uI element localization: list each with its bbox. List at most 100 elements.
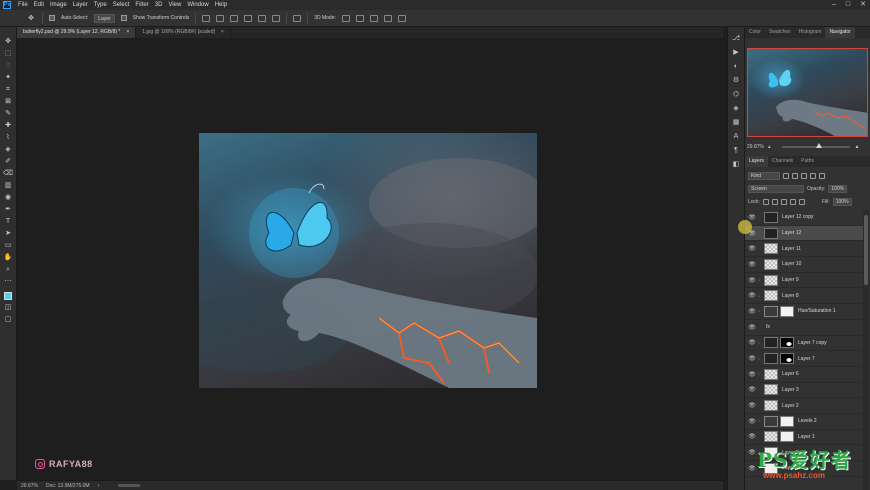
character-icon[interactable]: A xyxy=(732,133,740,141)
more-tools-icon[interactable]: ⋯ xyxy=(3,277,13,286)
blend-mode-dropdown[interactable]: Screen xyxy=(748,184,804,193)
zoom-slider-handle[interactable] xyxy=(816,143,823,148)
lasso-tool-icon[interactable]: ◌ xyxy=(3,61,13,70)
auto-select-dropdown[interactable]: Layer xyxy=(94,13,115,23)
properties-icon[interactable]: ⚙ xyxy=(732,77,740,85)
type-filter-icon[interactable] xyxy=(801,172,807,179)
status-arrow-icon[interactable]: › xyxy=(98,483,100,489)
align-top-icon[interactable] xyxy=(244,14,253,22)
menu-edit[interactable]: Edit xyxy=(31,0,47,10)
screen-mode-icon[interactable]: ▢ xyxy=(3,315,13,324)
rectangle-tool-icon[interactable]: ▭ xyxy=(3,241,13,250)
zoom-out-icon[interactable]: ▴ xyxy=(768,144,771,150)
tab-channels[interactable]: Channels xyxy=(768,156,797,167)
menu-image[interactable]: Image xyxy=(47,0,70,10)
layer-row[interactable]: 👁 Layer 1 xyxy=(745,430,863,446)
libraries-icon[interactable]: ◈ xyxy=(732,105,740,113)
menu-filter[interactable]: Filter xyxy=(132,0,151,10)
crop-tool-icon[interactable]: ⌗ xyxy=(3,85,13,94)
adjustment-filter-icon[interactable] xyxy=(792,172,798,179)
visibility-eye-icon[interactable]: 👁 xyxy=(748,402,756,409)
tab-swatches[interactable]: Swatches xyxy=(765,27,795,38)
layer-row[interactable]: 👁 Layer 2 xyxy=(745,398,863,414)
layer-thumbnail[interactable] xyxy=(764,337,778,349)
brush-tool-icon[interactable]: ⌇ xyxy=(3,133,13,142)
adjustments-icon[interactable]: ◐ xyxy=(732,63,740,71)
layer-name[interactable]: fx xyxy=(766,324,770,330)
visibility-eye-icon[interactable]: 👁 xyxy=(748,292,756,299)
layer-name[interactable]: Layer 2 xyxy=(782,403,799,409)
layer-name[interactable]: Layer 12 copy xyxy=(782,214,813,220)
tab-1-jpg[interactable]: 1.jpg @ 100% (RGB/8#) [scaled] × xyxy=(136,27,231,38)
history-icon[interactable]: ⎇ xyxy=(732,35,740,43)
tab-paths[interactable]: Paths xyxy=(797,156,818,167)
tab-navigator[interactable]: Navigator xyxy=(825,27,855,38)
layer-row[interactable]: 👁 ↓ Hue/Saturation 1 xyxy=(745,304,863,320)
layer-name[interactable]: Layer 3 xyxy=(782,387,799,393)
layer-thumbnail[interactable] xyxy=(764,400,778,412)
layers-scrollbar[interactable] xyxy=(863,210,869,490)
layer-thumbnail[interactable] xyxy=(764,415,778,427)
minimize-button[interactable]: – xyxy=(832,0,836,10)
layer-thumbnail[interactable] xyxy=(764,274,778,286)
layer-kind-filter[interactable]: Kind xyxy=(748,171,780,180)
actions-icon[interactable]: ▶ xyxy=(732,49,740,57)
navigator-zoom-value[interactable]: 29.87% xyxy=(747,144,764,150)
move-tool-icon[interactable]: ✥ xyxy=(26,14,36,23)
layer-row[interactable]: 👁 ↓ Layer 8 xyxy=(745,288,863,305)
zoom-slider[interactable] xyxy=(782,143,851,148)
menu-layer[interactable]: Layer xyxy=(70,0,91,10)
layer-row[interactable]: 👁 ↓ Layer 6 xyxy=(745,367,863,383)
layer-row[interactable]: 👁 Layer 12 copy xyxy=(745,210,863,226)
eraser-tool-icon[interactable]: ⌫ xyxy=(3,169,13,178)
layers-scroll-thumb[interactable] xyxy=(864,215,868,285)
layer-thumbnail[interactable] xyxy=(764,243,778,255)
3d-roll-icon[interactable] xyxy=(355,14,364,22)
layer-name[interactable]: Layer 12 xyxy=(782,230,801,236)
layer-name[interactable]: Hue/Saturation 1 xyxy=(798,308,836,314)
layer-name[interactable]: Layer 1 xyxy=(798,434,815,440)
3d-icon[interactable]: ⌬ xyxy=(732,91,740,99)
zoom-tool-icon[interactable]: ⌕ xyxy=(3,265,13,274)
history-brush-tool-icon[interactable]: ✐ xyxy=(3,157,13,166)
document-canvas[interactable] xyxy=(199,133,537,388)
visibility-eye-icon[interactable]: 👁 xyxy=(748,386,756,393)
menu-help[interactable]: Help xyxy=(212,0,230,10)
info-icon[interactable]: ▦ xyxy=(732,119,740,127)
blur-tool-icon[interactable]: ◉ xyxy=(3,193,13,202)
3d-scale-icon[interactable] xyxy=(397,14,406,22)
tab-color[interactable]: Color xyxy=(745,27,765,38)
3d-slide-icon[interactable] xyxy=(383,14,392,22)
layer-thumbnail[interactable] xyxy=(764,227,778,239)
layer-row[interactable]: 👁 fx xyxy=(745,320,863,336)
layer-mask-thumbnail[interactable] xyxy=(780,337,794,349)
layer-name[interactable]: Layer 7 copy xyxy=(798,340,827,346)
layer-thumbnail[interactable] xyxy=(764,353,778,365)
tab-histogram[interactable]: Histogram xyxy=(795,27,826,38)
layer-mask-thumbnail[interactable] xyxy=(780,431,794,443)
layer-row[interactable]: 👁 Layer 12 xyxy=(745,225,863,242)
clone-stamp-tool-icon[interactable]: ◈ xyxy=(3,145,13,154)
layer-row[interactable]: 👁 ↓ Layer 7 xyxy=(745,351,863,367)
lock-all-icon[interactable] xyxy=(798,198,805,205)
move-tool-icon[interactable]: ✥ xyxy=(3,37,13,46)
shape-filter-icon[interactable] xyxy=(810,172,816,179)
layer-row[interactable]: 👁 Layer 10 xyxy=(745,257,863,273)
layer-thumbnail[interactable] xyxy=(764,290,778,302)
3d-pan-icon[interactable] xyxy=(369,14,378,22)
layer-name[interactable]: Layer 7 xyxy=(798,356,815,362)
visibility-eye-icon[interactable]: 👁 xyxy=(748,371,756,378)
type-tool-icon[interactable]: T xyxy=(3,217,13,226)
visibility-eye-icon[interactable]: 👁 xyxy=(748,214,756,221)
align-center-icon[interactable] xyxy=(216,14,225,22)
gradient-tool-icon[interactable]: ▥ xyxy=(3,181,13,190)
visibility-eye-icon[interactable]: 👁 xyxy=(748,418,756,425)
layer-row[interactable]: 👁 ↓ Layer 7 copy xyxy=(745,336,863,352)
visibility-eye-icon[interactable]: 👁 xyxy=(748,449,756,456)
foreground-color-swatch[interactable] xyxy=(4,292,12,300)
brush-settings-icon[interactable]: ◧ xyxy=(732,161,740,169)
visibility-eye-icon[interactable]: 👁 xyxy=(748,433,756,440)
horizontal-scrollbar[interactable] xyxy=(118,484,140,487)
layer-row[interactable]: 👁 Layer 3 xyxy=(745,383,863,399)
hand-tool-icon[interactable]: ✋ xyxy=(3,253,13,262)
